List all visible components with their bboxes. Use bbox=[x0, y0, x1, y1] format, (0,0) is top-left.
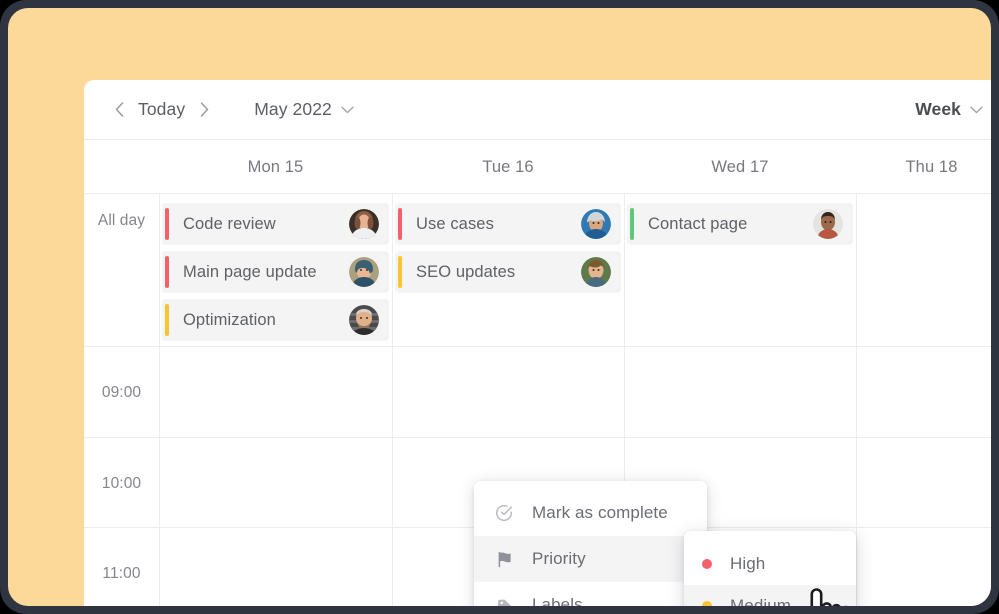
time-label-1000: 10:00 bbox=[101, 475, 142, 492]
chevron-down-icon bbox=[341, 106, 354, 114]
calendar-card: Today May 2022 Week Mon 15 Tue 16 Wed 17… bbox=[84, 80, 991, 606]
event-priority-bar bbox=[398, 256, 402, 288]
menu-item-priority[interactable]: Priority bbox=[474, 536, 707, 582]
priority-option-label: High bbox=[730, 554, 766, 573]
grid-vline bbox=[159, 194, 160, 606]
priority-option-high[interactable]: High bbox=[684, 543, 856, 585]
toolbar-right-group: Week bbox=[915, 99, 983, 120]
menu-item-label: Labels bbox=[532, 595, 583, 606]
grid-hline bbox=[84, 346, 991, 347]
priority-option-label: Medium bbox=[730, 596, 792, 606]
day-header-tue[interactable]: Tue 16 bbox=[392, 140, 624, 194]
toolbar-left-group: Today May 2022 bbox=[106, 96, 354, 124]
event-card[interactable]: Main page update bbox=[162, 251, 389, 293]
flag-icon bbox=[494, 549, 514, 569]
day-header-thu[interactable]: Thu 18 bbox=[856, 140, 991, 194]
event-priority-bar bbox=[165, 256, 169, 288]
page-backdrop: Today May 2022 Week Mon 15 Tue 16 Wed 17… bbox=[8, 8, 991, 606]
device-frame: Today May 2022 Week Mon 15 Tue 16 Wed 17… bbox=[0, 0, 999, 614]
event-card[interactable]: Contact page bbox=[627, 203, 853, 245]
event-priority-bar bbox=[165, 208, 169, 240]
menu-item-label: Priority bbox=[532, 549, 586, 568]
priority-dot-icon bbox=[702, 601, 712, 606]
event-card[interactable]: SEO updates bbox=[395, 251, 621, 293]
day-header-wed[interactable]: Wed 17 bbox=[624, 140, 856, 194]
event-title: Optimization bbox=[183, 310, 276, 329]
event-priority-bar bbox=[630, 208, 634, 240]
calendar-grid: All day 09:00 10:00 11:00 Code review Ma… bbox=[84, 194, 991, 606]
avatar[interactable] bbox=[349, 209, 379, 239]
chevron-down-icon bbox=[970, 106, 983, 114]
grid-hline bbox=[84, 437, 991, 438]
view-selector-label: Week bbox=[915, 99, 961, 119]
day-header-row: Mon 15 Tue 16 Wed 17 Thu 18 bbox=[84, 140, 991, 194]
priority-submenu: High Medium Low No priority bbox=[684, 531, 856, 606]
check-circle-icon bbox=[494, 503, 514, 523]
context-menu: Mark as complete Priority Labels bbox=[474, 481, 707, 606]
view-selector[interactable]: Week bbox=[915, 99, 983, 120]
event-priority-bar bbox=[398, 208, 402, 240]
grid-vline bbox=[392, 194, 393, 606]
menu-item-labels[interactable]: Labels bbox=[474, 582, 707, 606]
grid-vline bbox=[856, 194, 857, 606]
event-card[interactable]: Use cases bbox=[395, 203, 621, 245]
event-card[interactable]: Optimization bbox=[162, 299, 389, 341]
avatar[interactable] bbox=[813, 209, 843, 239]
day-header-mon[interactable]: Mon 15 bbox=[159, 140, 392, 194]
today-button[interactable]: Today bbox=[132, 99, 191, 120]
month-selector-label: May 2022 bbox=[254, 99, 332, 119]
priority-option-medium[interactable]: Medium bbox=[684, 585, 856, 606]
event-title: Contact page bbox=[648, 214, 748, 233]
time-label-1100: 11:00 bbox=[102, 565, 141, 582]
avatar[interactable] bbox=[581, 209, 611, 239]
time-label-all-day: All day bbox=[97, 212, 146, 229]
event-title: Main page update bbox=[183, 262, 317, 281]
calendar-toolbar: Today May 2022 Week bbox=[84, 80, 991, 140]
event-title: Code review bbox=[183, 214, 276, 233]
avatar[interactable] bbox=[349, 305, 379, 335]
time-label-0900: 09:00 bbox=[101, 384, 142, 401]
prev-period-button[interactable] bbox=[106, 96, 132, 124]
menu-item-label: Mark as complete bbox=[532, 503, 668, 522]
month-selector[interactable]: May 2022 bbox=[254, 99, 354, 120]
avatar[interactable] bbox=[581, 257, 611, 287]
next-period-button[interactable] bbox=[191, 96, 217, 124]
event-card[interactable]: Code review bbox=[162, 203, 389, 245]
event-priority-bar bbox=[165, 304, 169, 336]
tag-icon bbox=[494, 595, 514, 606]
menu-item-mark-as-complete[interactable]: Mark as complete bbox=[474, 490, 707, 536]
priority-dot-icon bbox=[702, 559, 712, 569]
avatar[interactable] bbox=[349, 257, 379, 287]
event-title: Use cases bbox=[416, 214, 494, 233]
event-title: SEO updates bbox=[416, 262, 516, 281]
